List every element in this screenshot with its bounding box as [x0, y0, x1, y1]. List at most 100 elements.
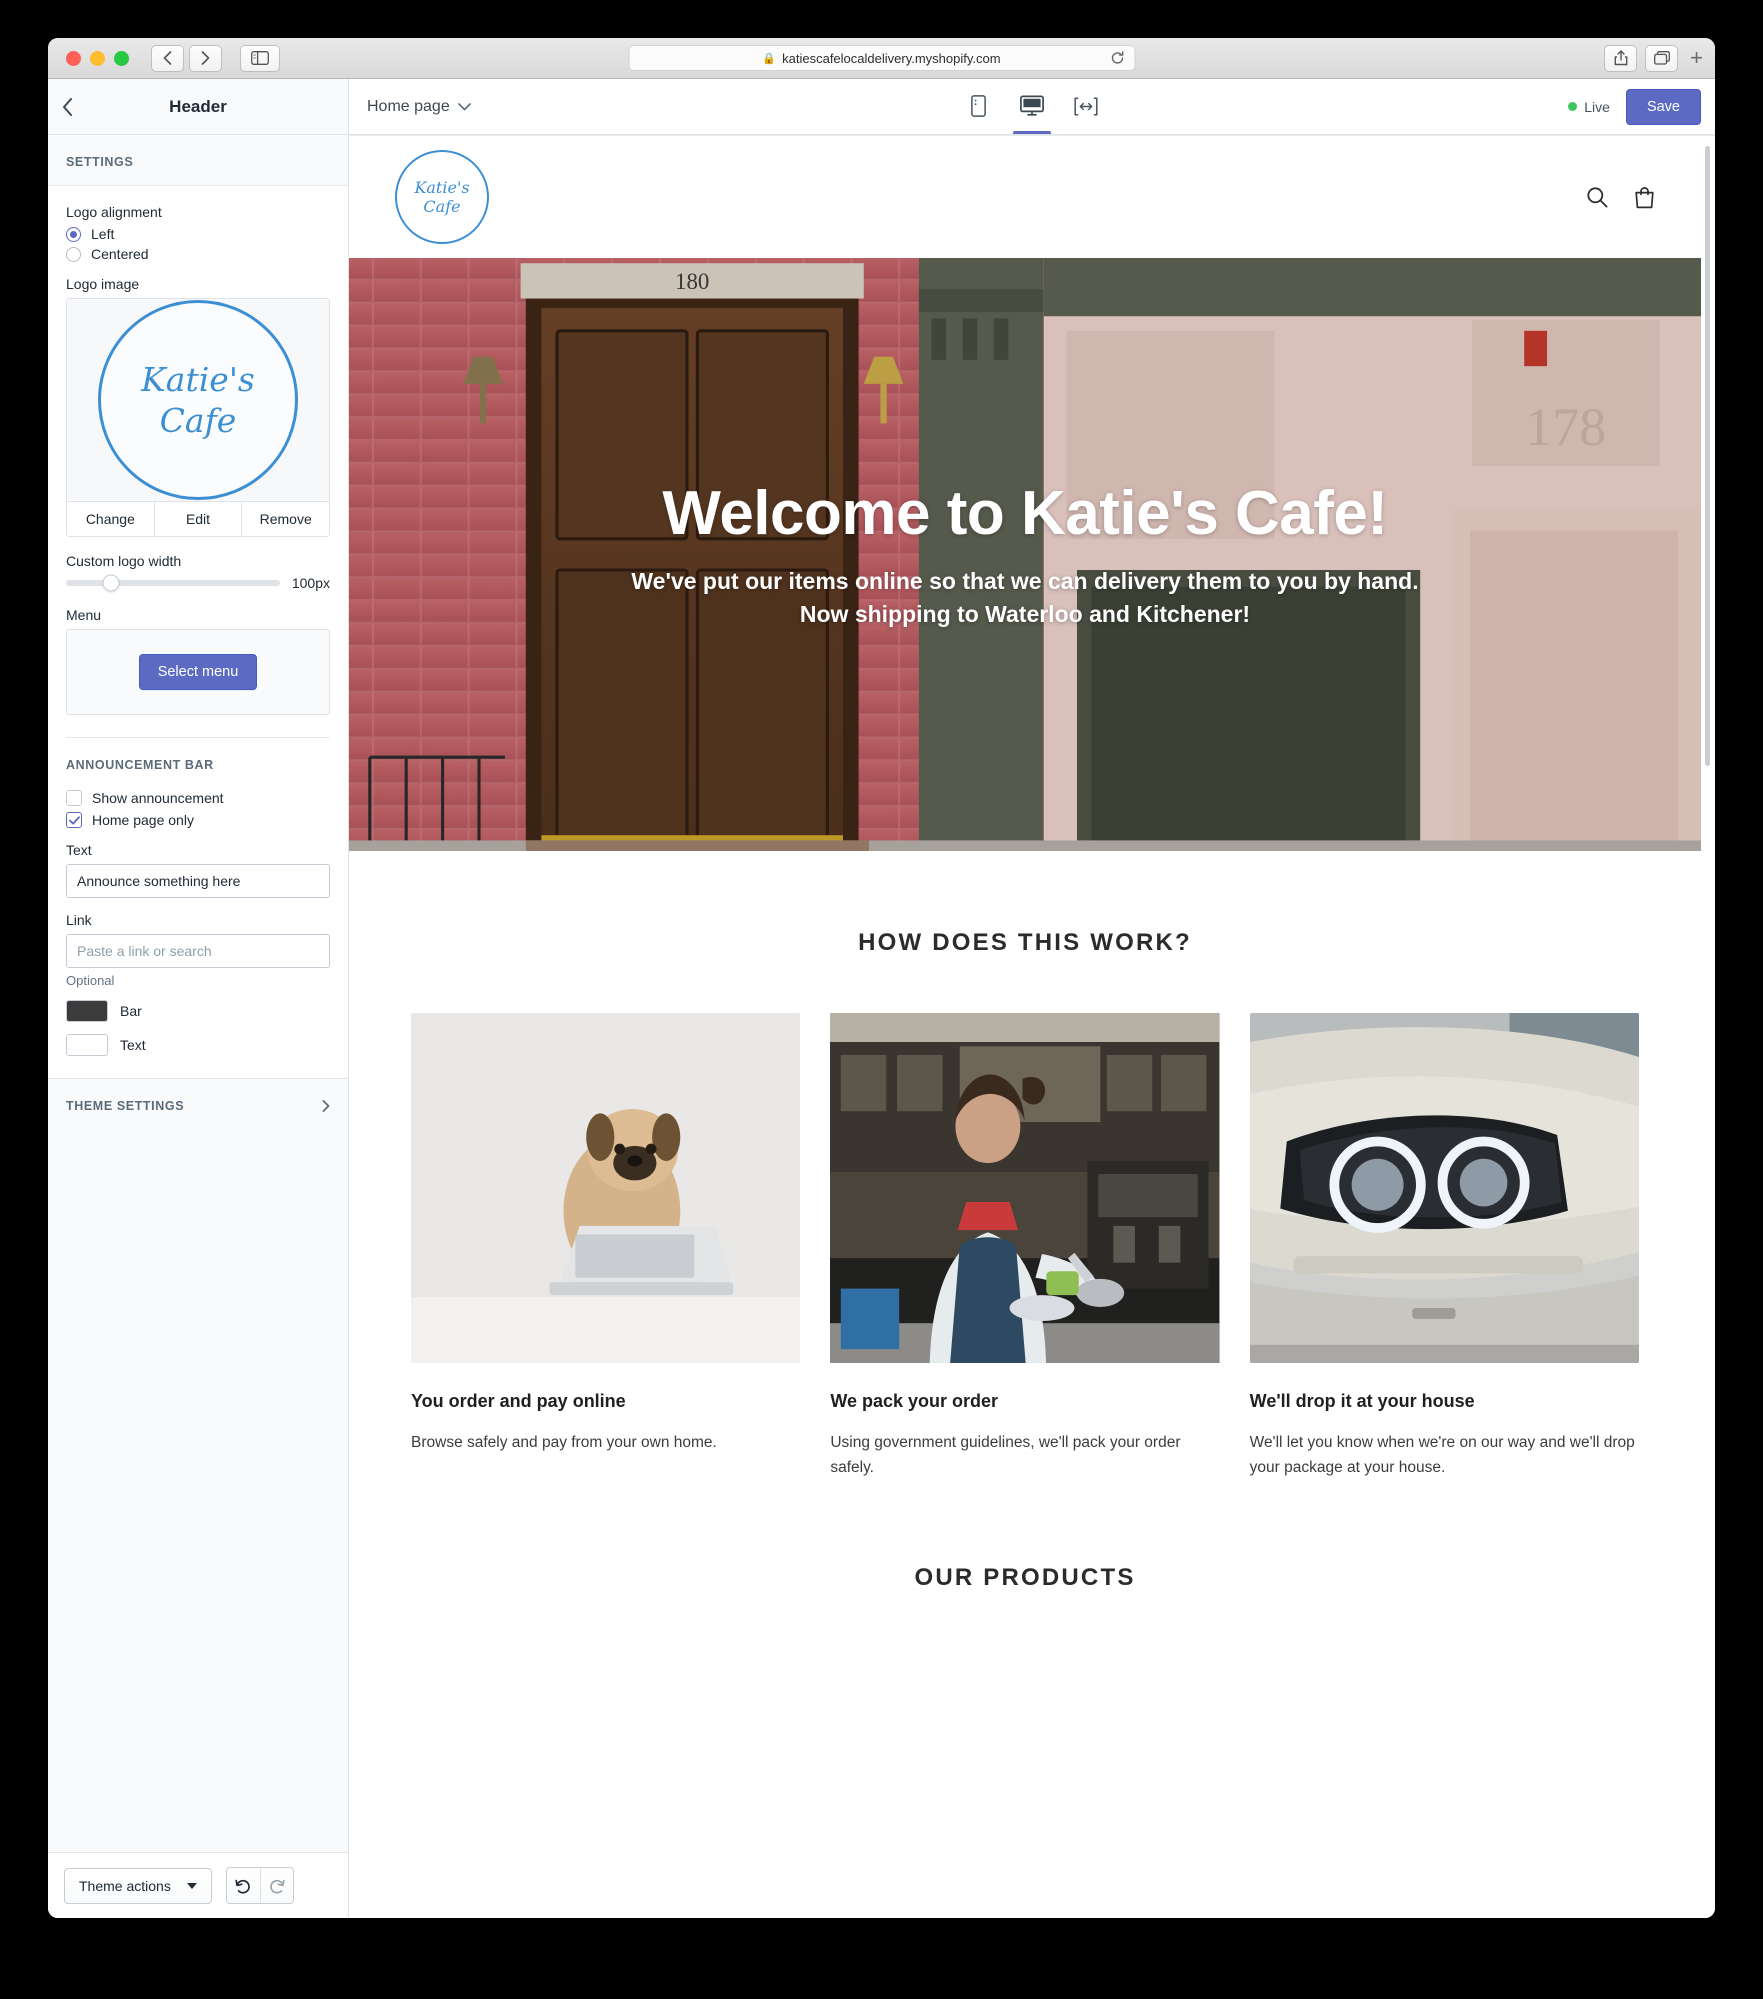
store-preview-viewport: Katie's Cafe 180 178 Welcome to Katie's … [349, 136, 1701, 1918]
forward-button[interactable] [189, 44, 222, 72]
menu-label: Menu [66, 607, 102, 623]
fullwidth-underline [1067, 131, 1105, 134]
how-card-2-title: We pack your order [830, 1391, 999, 1411]
swatch-row-text: Text [66, 1034, 330, 1056]
share-button[interactable] [1604, 44, 1638, 72]
store-header: Katie's Cafe [349, 136, 1701, 258]
checkbox-show-announcement[interactable]: Show announcement [66, 790, 330, 806]
radio-centered-icon[interactable] [66, 246, 81, 262]
bar-color-swatch[interactable] [66, 1000, 108, 1022]
back-button[interactable] [151, 44, 184, 72]
redo-button[interactable] [259, 1868, 293, 1903]
show-tabs-button[interactable] [1645, 44, 1679, 72]
dog-at-laptop-photo [411, 1013, 801, 1363]
chevron-down-icon [186, 1882, 197, 1889]
titlebar-right-controls: + [1604, 44, 1703, 72]
theme-actions-button[interactable]: Theme actions [64, 1867, 212, 1904]
how-it-works-section: HOW DOES THIS WORK? You order and pay on… [349, 851, 1701, 1593]
logo-width-value: 100px [291, 575, 330, 591]
car-headlight-photo [1249, 1013, 1639, 1363]
mobile-preview-button[interactable] [959, 79, 997, 134]
theme-actions-label: Theme actions [79, 1877, 171, 1894]
how-card-1-body: Browse safely and pay from your own home… [411, 1434, 717, 1451]
how-card-2: We pack your order Using government guid… [830, 1013, 1220, 1480]
page-selector-label: Home page [367, 97, 450, 115]
preview-scrollbar[interactable] [1705, 146, 1710, 766]
desktop-underline [1013, 131, 1051, 134]
device-preview-toggle [959, 79, 1105, 134]
save-button[interactable]: Save [1625, 88, 1701, 125]
close-window-button[interactable] [66, 50, 81, 66]
undo-button[interactable] [226, 1868, 260, 1903]
mobile-underline [959, 131, 997, 134]
logo-width-slider-knob[interactable] [102, 574, 120, 592]
logo-change-button[interactable]: Change [67, 502, 155, 536]
how-card-1-title: You order and pay online [411, 1391, 626, 1411]
select-menu-button[interactable]: Select menu [138, 654, 258, 690]
announcement-link-label: Link [66, 912, 92, 928]
maximize-window-button[interactable] [114, 50, 129, 66]
theme-settings-row[interactable]: THEME SETTINGS [48, 1078, 348, 1133]
desktop-preview-button[interactable] [1013, 79, 1051, 134]
logo-remove-button[interactable]: Remove [242, 502, 329, 536]
logo-text-line1: Katie's [141, 359, 255, 399]
sidebar-header: Header [48, 79, 348, 135]
swatch-row-bar: Bar [66, 1000, 330, 1022]
text-color-swatch[interactable] [66, 1034, 108, 1056]
undo-redo-group [225, 1867, 294, 1904]
live-status: Live [1568, 99, 1610, 115]
new-tab-button[interactable]: + [1690, 45, 1703, 71]
editor-topbar: Home page Live Save [349, 79, 1715, 135]
checkbox-home-page-only[interactable]: Home page only [66, 812, 330, 828]
store-logo-line2: Cafe [423, 197, 461, 216]
logo-alignment-label: Logo alignment [66, 204, 162, 220]
fullwidth-preview-button[interactable] [1067, 79, 1105, 134]
sidebar-title: Header [169, 96, 227, 116]
how-card-1: You order and pay online Browse safely a… [411, 1013, 801, 1480]
minimize-window-button[interactable] [90, 50, 105, 66]
store-header-icons [1586, 186, 1655, 209]
shopping-bag-icon[interactable] [1634, 186, 1655, 209]
status-badge: Live [1584, 98, 1610, 115]
reload-icon[interactable] [1110, 51, 1124, 65]
logo-action-buttons: Change Edit Remove [67, 501, 329, 536]
announcement-text-label: Text [66, 842, 92, 858]
desktop-icon [1020, 95, 1044, 117]
how-card-3-title: We'll drop it at your house [1249, 1391, 1475, 1411]
store-logo-line1: Katie's [414, 177, 470, 197]
sidebar-content: Logo alignment Left Centered Logo image … [48, 186, 348, 1078]
hero-text: Welcome to Katie's Cafe! We've put our i… [430, 478, 1620, 630]
how-it-works-title: HOW DOES THIS WORK? [858, 929, 1192, 956]
logo-width-slider[interactable] [66, 574, 280, 592]
our-products-title: OUR PRODUCTS [914, 1564, 1136, 1592]
chevron-down-icon [457, 102, 471, 111]
theme-editor: Header SETTINGS Logo alignment Left Cent… [48, 79, 1715, 1918]
logo-image-label: Logo image [66, 276, 140, 292]
radio-centered-label: Centered [91, 246, 149, 262]
search-icon[interactable] [1586, 186, 1608, 208]
logo-image-box: Katie's Cafe Change Edit Remove [66, 298, 330, 537]
announcement-text-input[interactable] [66, 864, 330, 898]
how-card-3: We'll drop it at your house We'll let yo… [1249, 1013, 1639, 1480]
theme-settings-label: THEME SETTINGS [66, 1099, 185, 1113]
announcement-link-input[interactable] [66, 934, 330, 968]
hero-title: Welcome to Katie's Cafe! [662, 479, 1388, 549]
url-text: katiescafelocaldelivery.myshopify.com [782, 50, 1001, 66]
store-logo[interactable]: Katie's Cafe [395, 150, 489, 244]
sidebar-empty-space [48, 1133, 348, 1852]
radio-option-left[interactable]: Left [66, 226, 330, 242]
settings-section-label: SETTINGS [48, 135, 348, 186]
logo-edit-button[interactable]: Edit [154, 502, 243, 536]
mobile-icon [970, 95, 986, 117]
address-bar[interactable]: 🔒 katiescafelocaldelivery.myshopify.com [628, 45, 1135, 71]
radio-left-icon[interactable] [66, 226, 81, 242]
page-selector[interactable]: Home page [367, 98, 471, 116]
show-announcement-checkbox-icon[interactable] [66, 790, 82, 806]
sidebar-footer: Theme actions [48, 1852, 348, 1918]
home-page-only-checkbox-icon[interactable] [66, 812, 82, 828]
radio-option-centered[interactable]: Centered [66, 246, 330, 262]
sidebar-back-button[interactable] [62, 97, 73, 116]
settings-sidebar: Header SETTINGS Logo alignment Left Cent… [48, 79, 349, 1918]
logo-circle: Katie's Cafe [98, 300, 298, 500]
sidebar-toggle-button[interactable] [240, 44, 280, 72]
